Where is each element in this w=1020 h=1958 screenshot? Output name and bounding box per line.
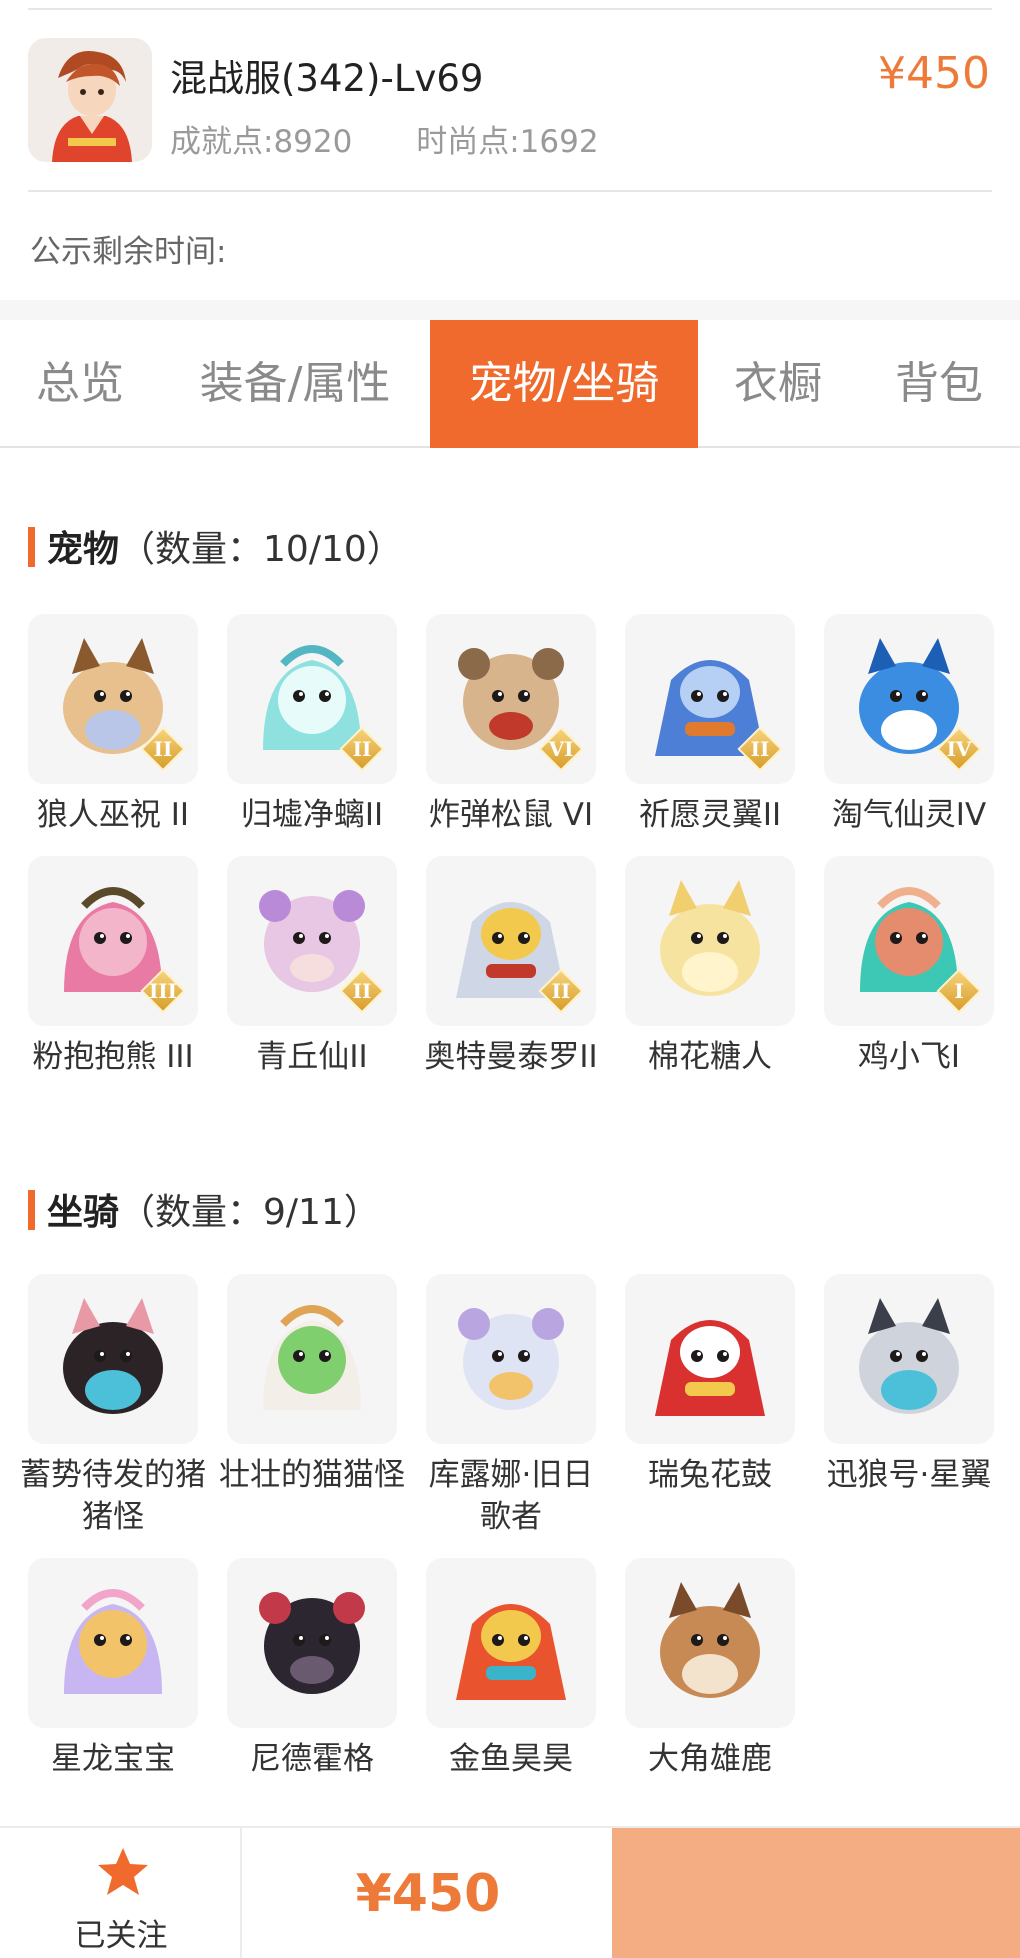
item-name: 归墟净螭II <box>240 797 384 833</box>
grid-item[interactable]: I 鸡小飞I <box>810 856 1008 1078</box>
calico-cat-mount-icon <box>227 1274 397 1444</box>
item-name: 炸弹松鼠 VI <box>428 797 594 833</box>
rank-badge: II <box>339 968 385 1014</box>
follow-label: 已关注 <box>74 1918 168 1954</box>
achievement-points: 成就点:8920 <box>170 124 353 160</box>
tab-pets-mounts[interactable]: 宠物/坐骑 <box>430 320 698 448</box>
section-accent-bar <box>28 1190 35 1230</box>
grid-item[interactable]: IV 淘气仙灵IV <box>810 614 1008 836</box>
item-name: 奥特曼泰罗II <box>424 1039 598 1075</box>
grid-item[interactable]: II 狼人巫祝 II <box>14 614 212 836</box>
grid-item[interactable]: 库露娜·旧日歌者 <box>412 1274 610 1538</box>
grid-item[interactable]: 瑞兔花鼓 <box>611 1274 809 1496</box>
star-icon <box>98 1848 148 1895</box>
item-name: 蓄势待发的猪猪怪 <box>20 1457 206 1535</box>
follow-button[interactable]: 已关注 <box>0 1828 242 1958</box>
kuluna-singer-mount-icon <box>426 1274 596 1444</box>
grid-item[interactable]: 星龙宝宝 <box>14 1558 212 1780</box>
mounts-count: （数量：9/11） <box>119 1192 380 1233</box>
divider <box>28 190 992 192</box>
jade-dragon-pet-icon: II <box>227 614 397 784</box>
listing-header: 混战服(342)-Lv69 成就点:8920 时尚点:1692 ¥450 公示剩… <box>0 0 1020 300</box>
bomb-squirrel-pet-icon: VI <box>426 614 596 784</box>
item-name: 瑞兔花鼓 <box>648 1457 772 1493</box>
stats-row: 成就点:8920 时尚点:1692 <box>170 116 599 161</box>
rank-badge: IV <box>936 726 982 772</box>
black-pig-mount-icon <box>28 1274 198 1444</box>
grid-item[interactable]: II 祈愿灵翼II <box>611 614 809 836</box>
item-name: 库露娜·旧日歌者 <box>428 1457 594 1535</box>
stag-mount-icon <box>625 1558 795 1728</box>
grid-item[interactable]: II 青丘仙II <box>213 856 411 1078</box>
notice-remaining-time: 公示剩余时间: <box>30 234 227 270</box>
divider <box>28 8 992 10</box>
grid-item[interactable]: II 奥特曼泰罗II <box>412 856 610 1078</box>
grid-item[interactable]: 大角雄鹿 <box>611 1558 809 1780</box>
price-label: ¥450 <box>878 48 990 99</box>
item-name: 狼人巫祝 II <box>36 797 190 833</box>
avatar-icon <box>28 38 152 162</box>
tab-bar: 总览 装备/属性 宠物/坐骑 衣橱 背包 <box>0 320 1020 448</box>
section-accent-bar <box>28 527 35 567</box>
character-avatar[interactable] <box>28 38 152 162</box>
pink-bear-pet-icon: III <box>28 856 198 1026</box>
tab-wardrobe[interactable]: 衣橱 <box>698 320 858 448</box>
bottom-price: ¥450 <box>355 1864 501 1924</box>
rank-badge: VI <box>538 726 584 772</box>
grid-item[interactable]: 尼德霍格 <box>213 1558 411 1780</box>
fox-fairy-pet-icon: II <box>227 856 397 1026</box>
pets-section-title: 宠物（数量：10/10） <box>28 520 403 572</box>
item-name: 淘气仙灵IV <box>831 797 987 833</box>
marshmallow-pet-icon <box>625 856 795 1026</box>
grid-item[interactable]: II 归墟净螭II <box>213 614 411 836</box>
item-name: 壮壮的猫猫怪 <box>219 1457 405 1493</box>
rabbit-drum-mount-icon <box>625 1274 795 1444</box>
grid-item[interactable]: III 粉抱抱熊 III <box>14 856 212 1078</box>
mech-wolf-mount-icon <box>824 1274 994 1444</box>
item-name: 棉花糖人 <box>648 1039 772 1075</box>
item-name: 青丘仙II <box>256 1039 368 1075</box>
item-name: 祈愿灵翼II <box>638 797 782 833</box>
mounts-title: 坐骑 <box>47 1192 120 1233</box>
grid-item[interactable]: 金鱼昊昊 <box>412 1558 610 1780</box>
rank-badge: I <box>936 968 982 1014</box>
item-name: 金鱼昊昊 <box>449 1741 573 1777</box>
item-name: 星龙宝宝 <box>51 1741 175 1777</box>
naughty-fairy-dog-pet-icon: IV <box>824 614 994 784</box>
chick-pet-icon: I <box>824 856 994 1026</box>
rank-badge: III <box>140 968 186 1014</box>
pets-title: 宠物 <box>47 529 120 570</box>
bottom-action-bar: 已关注 ¥450 <box>0 1826 1020 1958</box>
ultraman-taro-pet-icon: II <box>426 856 596 1026</box>
item-name: 尼德霍格 <box>250 1741 374 1777</box>
fashion-points: 时尚点:1692 <box>416 124 599 160</box>
rank-badge: II <box>140 726 186 772</box>
star-dragon-baby-mount-icon <box>28 1558 198 1728</box>
grid-item[interactable]: VI 炸弹松鼠 VI <box>412 614 610 836</box>
wish-griffin-pet-icon: II <box>625 614 795 784</box>
pets-count: （数量：10/10） <box>119 529 403 570</box>
rank-badge: II <box>538 968 584 1014</box>
item-name: 鸡小飞I <box>857 1039 961 1075</box>
grid-item[interactable]: 壮壮的猫猫怪 <box>213 1274 411 1496</box>
item-name: 粉抱抱熊 III <box>32 1039 194 1075</box>
grid-item[interactable]: 蓄势待发的猪猪怪 <box>14 1274 212 1538</box>
item-name: 迅狼号·星翼 <box>826 1457 992 1493</box>
grid-item[interactable]: 迅狼号·星翼 <box>810 1274 1008 1496</box>
goldfish-mount-icon <box>426 1558 596 1728</box>
tab-equipment[interactable]: 装备/属性 <box>160 320 430 448</box>
tab-bag[interactable]: 背包 <box>858 320 1020 448</box>
tab-overview[interactable]: 总览 <box>0 320 160 448</box>
buy-button[interactable] <box>612 1828 1020 1958</box>
item-name: 大角雄鹿 <box>648 1741 772 1777</box>
server-level-title: 混战服(342)-Lv69 <box>170 57 484 100</box>
werewolf-shaman-pet-icon: II <box>28 614 198 784</box>
section-gap <box>0 300 1020 320</box>
mounts-section-title: 坐骑（数量：9/11） <box>28 1183 380 1235</box>
listing-page: 混战服(342)-Lv69 成就点:8920 时尚点:1692 ¥450 公示剩… <box>0 0 1020 1958</box>
rank-badge: II <box>339 726 385 772</box>
nidhogg-dragon-mount-icon <box>227 1558 397 1728</box>
rank-badge: II <box>737 726 783 772</box>
grid-item[interactable]: 棉花糖人 <box>611 856 809 1078</box>
